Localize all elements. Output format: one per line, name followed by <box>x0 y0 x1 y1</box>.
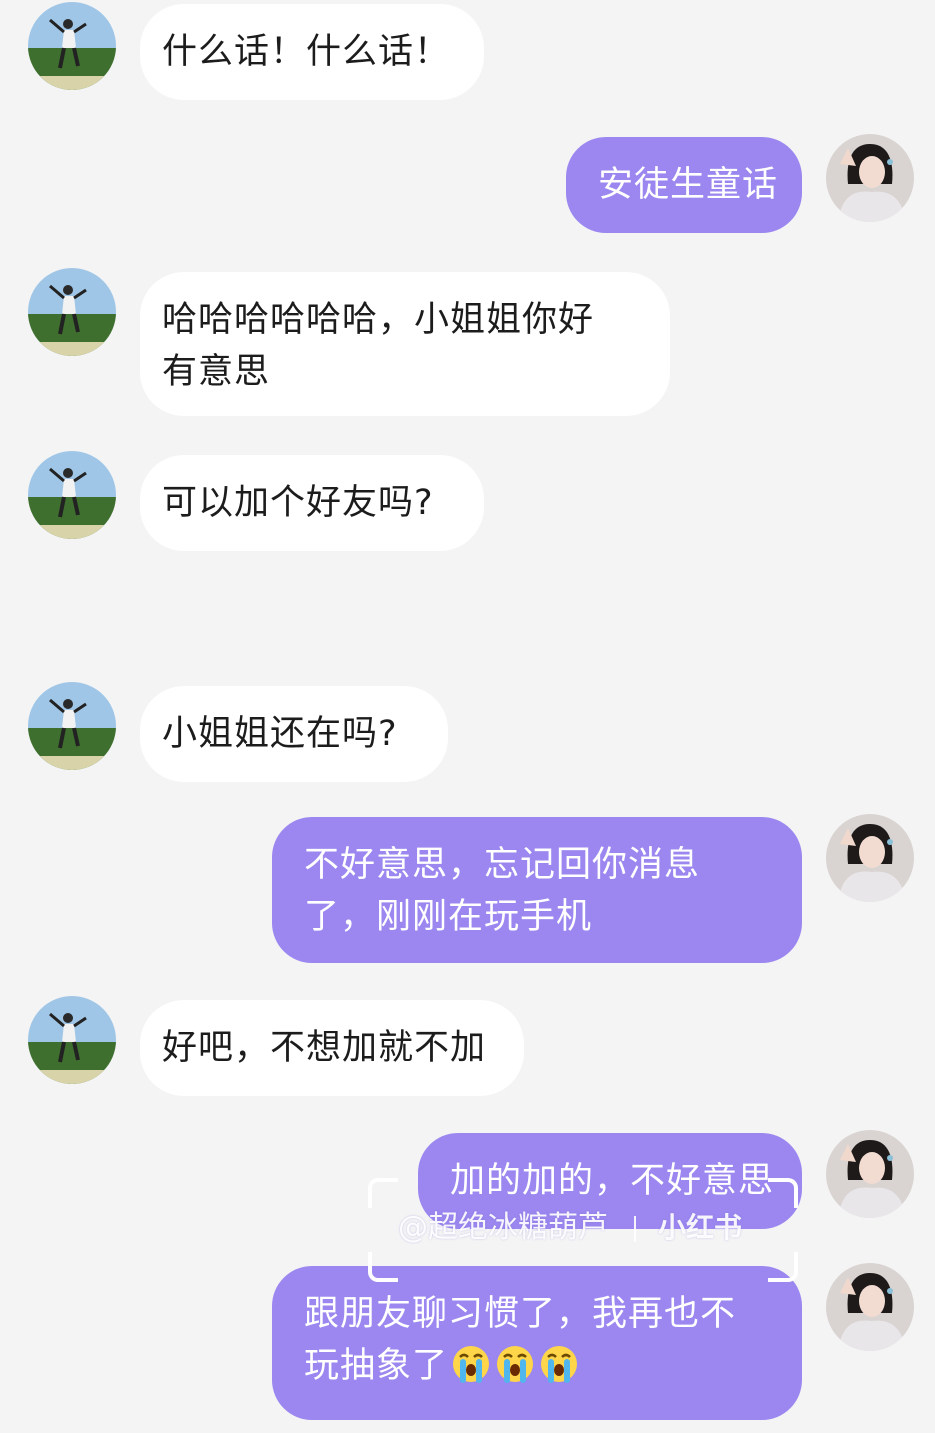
girl-selfie-avatar-icon <box>826 1130 914 1218</box>
field-boy-avatar-icon <box>28 268 116 356</box>
watermark-handle: @超绝冰糖葫芦 <box>398 1210 608 1245</box>
field-boy-avatar-icon <box>28 2 116 90</box>
contact-avatar[interactable] <box>28 2 116 90</box>
contact-avatar[interactable] <box>28 268 116 356</box>
field-boy-avatar-icon <box>28 451 116 539</box>
incoming-message-bubble[interactable]: 可以加个好友吗? <box>140 455 484 551</box>
outgoing-message-bubble[interactable]: 不好意思，忘记回你消息 了，刚刚在玩手机 <box>272 817 802 963</box>
watermark: @超绝冰糖葫芦 小红书 <box>398 1206 742 1250</box>
field-boy-avatar-icon <box>28 996 116 1084</box>
my-avatar[interactable] <box>826 814 914 902</box>
my-avatar[interactable] <box>826 1130 914 1218</box>
loudly-crying-emoji <box>541 1346 578 1383</box>
contact-avatar[interactable] <box>28 996 116 1084</box>
girl-selfie-avatar-icon <box>826 1263 914 1351</box>
loudly-crying-emoji <box>453 1346 490 1383</box>
outgoing-message-bubble[interactable]: 安徒生童话 <box>566 137 802 233</box>
girl-selfie-avatar-icon <box>826 814 914 902</box>
chat-screen: 什么话！什么话！ 安徒生童话 哈哈哈哈哈哈，小姐姐你好 有意思 可以加个好友吗?… <box>0 0 935 1433</box>
contact-avatar[interactable] <box>28 682 116 770</box>
watermark-separator <box>634 1215 636 1242</box>
girl-selfie-avatar-icon <box>826 134 914 222</box>
my-avatar[interactable] <box>826 1263 914 1351</box>
incoming-message-bubble[interactable]: 小姐姐还在吗? <box>140 686 448 782</box>
incoming-message-bubble[interactable]: 好吧，不想加就不加 <box>140 1000 524 1096</box>
contact-avatar[interactable] <box>28 451 116 539</box>
outgoing-message-bubble[interactable]: 跟朋友聊习惯了，我再也不 玩抽象了 <box>272 1266 802 1420</box>
loudly-crying-emoji <box>497 1346 534 1383</box>
watermark-brand: 小红书 <box>658 1211 743 1244</box>
incoming-message-bubble[interactable]: 什么话！什么话！ <box>140 4 484 100</box>
my-avatar[interactable] <box>826 134 914 222</box>
field-boy-avatar-icon <box>28 682 116 770</box>
incoming-message-bubble[interactable]: 哈哈哈哈哈哈，小姐姐你好 有意思 <box>140 272 670 416</box>
